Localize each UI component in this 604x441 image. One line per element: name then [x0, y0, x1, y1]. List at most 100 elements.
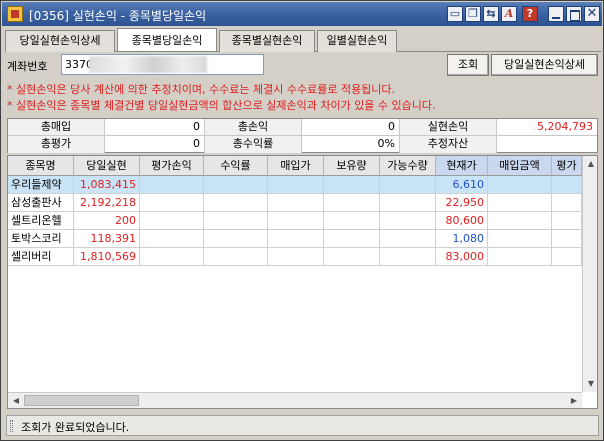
tab-daily-realized[interactable]: 일별실현손익: [317, 30, 397, 52]
empty-cell: [204, 176, 268, 194]
current-price-cell: 83,000: [436, 248, 488, 266]
summary-value-eval-total: 0: [105, 136, 205, 153]
empty-cell: [140, 248, 204, 266]
stock-name-cell: 셀트리온헬: [8, 212, 74, 230]
tab-realized-detail[interactable]: 당일실현손익상세: [5, 30, 115, 52]
summary-value-est-assets: [497, 136, 597, 153]
current-price-cell: 1,080: [436, 230, 488, 248]
empty-cell: [380, 212, 436, 230]
empty-cell: [380, 176, 436, 194]
empty-cell: [204, 194, 268, 212]
empty-cell: [488, 230, 552, 248]
empty-cell: [324, 176, 380, 194]
table-row[interactable]: 셀리버리 1,810,569 83,000: [8, 248, 582, 266]
col-buy-price-header[interactable]: 매입가: [268, 156, 324, 176]
col-return-rate-header[interactable]: 수익률: [204, 156, 268, 176]
empty-cell: [380, 230, 436, 248]
empty-cell: [324, 194, 380, 212]
empty-cell: [204, 230, 268, 248]
col-daily-realized-header[interactable]: 당일실현: [74, 156, 140, 176]
status-bar: 조회가 완료되었습니다.: [6, 415, 599, 436]
daily-realized-cell: 1,810,569: [74, 248, 140, 266]
empty-cell: [268, 194, 324, 212]
query-button[interactable]: 조회: [447, 54, 489, 76]
help-icon[interactable]: ?: [522, 6, 538, 22]
account-label: 계좌번호: [7, 60, 48, 73]
col-stock-name-header[interactable]: 종목명: [8, 156, 74, 176]
col-buy-amount-header[interactable]: 매입금액: [488, 156, 552, 176]
horizontal-scrollbar[interactable]: ◀ ▶: [8, 392, 582, 408]
vertical-scrollbar[interactable]: ▲ ▼: [582, 156, 597, 392]
notice-line-1: * 실현손익은 당사 계산에 의한 추정치이며, 수수료는 체결시 수수료률로 …: [7, 83, 396, 96]
notice-line-2: * 실현손익은 종목별 체결건별 당일실현금액의 합산으로 실제손익과 차이가 …: [7, 99, 436, 112]
status-grip-icon: [10, 420, 13, 432]
table-row[interactable]: 셀트리온헬 200 80,600: [8, 212, 582, 230]
title-bar[interactable]: [0356] 실현손익 - 종목별당일손익 ▭ ❐ ⇆ A ? ✕: [2, 2, 602, 26]
tab-realized-by-stock[interactable]: 종목별실현손익: [219, 30, 315, 52]
horizontal-scroll-thumb[interactable]: [24, 395, 139, 406]
tab-daily-by-stock[interactable]: 종목별당일손익: [117, 28, 217, 51]
empty-cell: [552, 248, 582, 266]
window-title: [0356] 실현손익 - 종목별당일손익: [29, 9, 207, 23]
minimize-icon[interactable]: [548, 6, 564, 22]
table-row[interactable]: 우리들제약 1,083,415 6,610: [8, 176, 582, 194]
close-icon[interactable]: ✕: [584, 6, 600, 22]
empty-cell: [552, 176, 582, 194]
empty-cell: [324, 248, 380, 266]
col-current-price-header[interactable]: 현재가: [436, 156, 488, 176]
stock-name-cell: 셀리버리: [8, 248, 74, 266]
empty-cell: [268, 212, 324, 230]
window-list-icon[interactable]: ▭: [447, 6, 463, 22]
maximize-icon[interactable]: [566, 6, 582, 22]
summary-value-buy-total: 0: [105, 119, 205, 136]
table-row[interactable]: 삼성출판사 2,192,218 22,950: [8, 194, 582, 212]
font-icon[interactable]: A: [501, 6, 517, 22]
empty-cell: [488, 248, 552, 266]
link-icon[interactable]: ⇆: [483, 6, 499, 22]
summary-label-pl-total: 총손익: [205, 119, 302, 136]
empty-cell: [552, 194, 582, 212]
empty-cell: [552, 230, 582, 248]
detail-button[interactable]: 당일실현손익상세: [491, 54, 598, 76]
empty-cell: [204, 212, 268, 230]
empty-cell: [488, 212, 552, 230]
daily-realized-cell: 2,192,218: [74, 194, 140, 212]
summary-label-buy-total: 총매입: [8, 119, 105, 136]
col-holding-qty-header[interactable]: 보유량: [324, 156, 380, 176]
scroll-left-icon[interactable]: ◀: [8, 393, 24, 408]
empty-cell: [140, 194, 204, 212]
scroll-up-icon[interactable]: ▲: [583, 156, 597, 172]
app-icon: [7, 6, 23, 22]
stock-name-cell: 우리들제약: [8, 176, 74, 194]
current-price-cell: 80,600: [436, 212, 488, 230]
tab-strip: 당일실현손익상세 종목별당일손익 종목별실현손익 일별실현손익: [5, 28, 601, 52]
empty-cell: [204, 248, 268, 266]
stock-name-cell: 삼성출판사: [8, 194, 74, 212]
empty-cell: [380, 248, 436, 266]
summary-label-est-assets: 추정자산: [400, 136, 497, 153]
empty-cell: [140, 176, 204, 194]
stock-name-cell: 토박스코리: [8, 230, 74, 248]
stock-grid[interactable]: 종목명 당일실현 평가손익 수익률 매입가 보유량 가능수량 현재가 매입금액 평가 우리들제약 1…: [7, 155, 598, 409]
empty-cell: [552, 212, 582, 230]
table-row[interactable]: 토박스코리 118,391 1,080: [8, 230, 582, 248]
empty-cell: [268, 230, 324, 248]
current-price-cell: 22,950: [436, 194, 488, 212]
summary-value-pl-total: 0: [302, 119, 400, 136]
empty-cell: [380, 194, 436, 212]
app-window: [0356] 실현손익 - 종목별당일손익 ▭ ❐ ⇆ A ? ✕ 당일실현손익…: [0, 0, 604, 441]
scroll-down-icon[interactable]: ▼: [583, 376, 597, 392]
summary-label-eval-total: 총평가: [8, 136, 105, 153]
window-copy-icon[interactable]: ❐: [465, 6, 481, 22]
col-eval-pl-header[interactable]: 평가손익: [140, 156, 204, 176]
daily-realized-cell: 118,391: [74, 230, 140, 248]
summary-table: 총매입 0 총손익 0 실현손익 5,204,793 총평가 0 총수익률 0%…: [7, 118, 598, 153]
account-mask: [89, 56, 207, 73]
scroll-right-icon[interactable]: ▶: [566, 393, 582, 408]
summary-value-rate-total: 0%: [302, 136, 400, 153]
empty-cell: [140, 230, 204, 248]
daily-realized-cell: 1,083,415: [74, 176, 140, 194]
empty-cell: [488, 194, 552, 212]
col-eval-header[interactable]: 평가: [552, 156, 582, 176]
col-avail-qty-header[interactable]: 가능수량: [380, 156, 436, 176]
